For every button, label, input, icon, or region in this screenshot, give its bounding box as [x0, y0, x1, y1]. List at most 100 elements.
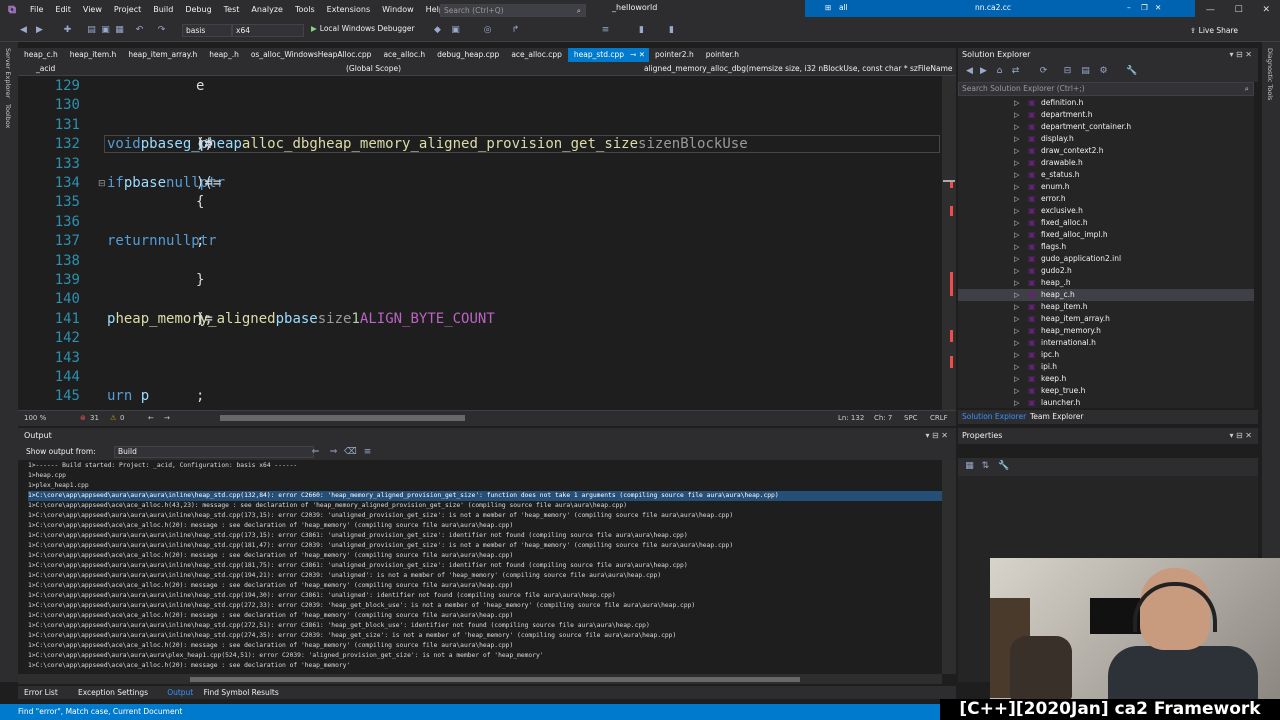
properties-icon[interactable]: ⚙ — [1098, 66, 1109, 77]
open-icon[interactable]: ▤ — [86, 25, 97, 36]
tree-item[interactable]: ▷ ▣ flags.h — [958, 241, 1254, 253]
expand-arrow-icon[interactable]: ▷ — [1014, 253, 1019, 265]
expand-arrow-icon[interactable]: ▷ — [1014, 397, 1019, 408]
doc-tab[interactable]: ace_alloc.h — [377, 48, 431, 62]
expand-arrow-icon[interactable]: ▷ — [1014, 349, 1019, 361]
tree-item[interactable]: ▷ ▣ keep.h — [958, 373, 1254, 385]
code-line[interactable]: 144 — [18, 368, 942, 387]
expand-arrow-icon[interactable]: ▷ — [1014, 97, 1019, 109]
server-explorer-tab[interactable]: Server Explorer — [4, 48, 12, 98]
code-line[interactable]: 134 if (pbase == nullptr) — [18, 174, 942, 193]
code-line[interactable]: 138 — [18, 252, 942, 271]
prev-message-icon[interactable]: ⇐ — [310, 447, 321, 458]
doc-tab[interactable]: heap_std.cpp — [567, 48, 631, 62]
tree-item[interactable]: ▷ ▣ department_container.h — [958, 121, 1254, 133]
error-count[interactable]: 31 — [90, 414, 99, 422]
tree-item[interactable]: ▷ ▣ heap_memory.h — [958, 325, 1254, 337]
menu-item-edit[interactable]: Edit — [49, 0, 77, 20]
switch-views-icon[interactable]: ⇄ — [1010, 66, 1021, 77]
tree-item[interactable]: ▷ ▣ ipc.h — [958, 349, 1254, 361]
clear-all-icon[interactable]: ⌫ — [344, 447, 357, 458]
output-line[interactable]: 1>C:\core\app\appseed\ace\ace_alloc.h(43… — [28, 501, 942, 511]
tree-item[interactable]: ▷ ▣ heap_item_array.h — [958, 313, 1254, 325]
code-line[interactable]: 142 — [18, 329, 942, 348]
expand-arrow-icon[interactable]: ▷ — [1014, 217, 1019, 229]
redo-icon[interactable]: ↷ — [156, 25, 167, 36]
output-line[interactable]: 1>C:\core\app\appseed\ace\ace_alloc.h(20… — [28, 611, 942, 621]
doc-tab[interactable]: heap_.h — [203, 48, 245, 62]
doc-tab[interactable]: ace_alloc.cpp — [505, 48, 568, 62]
tree-item[interactable]: ▷ ▣ e_status.h — [958, 169, 1254, 181]
output-line[interactable]: 1>C:\core\app\appseed\aura\aura\aura\inl… — [28, 531, 942, 541]
doc-tab[interactable]: heap_item_array.h — [122, 48, 203, 62]
toolbox-tab[interactable]: Toolbox — [4, 104, 12, 128]
back-icon[interactable]: ◀ — [964, 66, 975, 77]
collapse-all-icon[interactable]: ⊟ — [1062, 66, 1073, 77]
show-all-files-icon[interactable]: ▤ — [1080, 66, 1091, 77]
warning-count[interactable]: 0 — [120, 414, 124, 422]
tree-item[interactable]: ▷ ▣ gudo2.h — [958, 265, 1254, 277]
expand-arrow-icon[interactable]: ▷ — [1014, 193, 1019, 205]
project-dropdown[interactable]: _acid — [36, 64, 55, 73]
expand-arrow-icon[interactable]: ▷ — [1014, 313, 1019, 325]
code-editor[interactable]: 129 e 130 131 132 void * pbase = g_pheap -> all… — [18, 76, 942, 410]
output-line[interactable]: 1>C:\core\app\appseed\ace\ace_alloc.h(20… — [28, 521, 942, 531]
output-line[interactable]: 1>C:\core\app\appseed\ace\ace_alloc.h(20… — [28, 551, 942, 561]
menu-item-build[interactable]: Build — [147, 0, 179, 20]
sync-icon[interactable]: ⟳ — [1038, 66, 1049, 77]
member-dropdown[interactable]: aligned_memory_alloc_dbg(memsize size, i… — [644, 64, 953, 73]
tree-item[interactable]: ▷ ▣ heap_item.h — [958, 301, 1254, 313]
expand-arrow-icon[interactable]: ▷ — [1014, 289, 1019, 301]
menu-item-project[interactable]: Project — [108, 0, 147, 20]
tree-item[interactable]: ▷ ▣ ipi.h — [958, 361, 1254, 373]
wrench-icon[interactable]: 🔧 — [1126, 66, 1137, 77]
minimize-icon[interactable]: – — [1127, 3, 1131, 12]
restore-icon[interactable]: ❐ — [1141, 3, 1148, 12]
tree-item[interactable]: ▷ ▣ keep_true.h — [958, 385, 1254, 397]
tree-item[interactable]: ▷ ▣ fixed_alloc.h — [958, 217, 1254, 229]
bottom-tab[interactable]: Find Symbol Results — [204, 687, 279, 698]
tab-team-explorer[interactable]: Team Explorer — [1030, 411, 1083, 423]
expand-arrow-icon[interactable]: ▷ — [1014, 229, 1019, 241]
bookmark-icon[interactable]: ▮ — [636, 25, 647, 36]
tree-item[interactable]: ▷ ▣ definition.h — [958, 97, 1254, 109]
forward-icon[interactable]: ▶ — [978, 66, 989, 77]
menu-item-analyze[interactable]: Analyze — [245, 0, 289, 20]
expand-arrow-icon[interactable]: ▷ — [1014, 157, 1019, 169]
code-line[interactable]: 136 — [18, 213, 942, 232]
configuration-select[interactable]: basis — [182, 24, 232, 37]
platform-select[interactable]: x64 — [232, 24, 304, 37]
editor-vertical-scrollbar[interactable] — [942, 76, 956, 410]
find-icon[interactable]: ◎ — [482, 25, 493, 36]
nav-forward-icon[interactable]: → — [164, 414, 170, 422]
tree-item[interactable]: ▷ ▣ launcher.h — [958, 397, 1254, 408]
output-line[interactable]: 1>C:\core\app\appseed\aura\aura\aura\inl… — [28, 621, 942, 631]
tree-item[interactable]: ▷ ▣ gudo_application2.inl — [958, 253, 1254, 265]
forward-icon[interactable]: ▶ — [34, 25, 45, 36]
panel-pin-icons[interactable]: ▾ ⊟ ✕ — [1229, 48, 1252, 62]
close-icon[interactable]: ✕ — [1155, 3, 1161, 12]
tree-item[interactable]: ▷ ▣ international.h — [958, 337, 1254, 349]
categorized-icon[interactable]: ▦ — [964, 461, 975, 472]
tree-item[interactable]: ▷ ▣ draw_context2.h — [958, 145, 1254, 157]
expand-arrow-icon[interactable]: ▷ — [1014, 121, 1019, 133]
menu-item-tools[interactable]: Tools — [289, 0, 321, 20]
output-line[interactable]: 1>C:\core\app\appseed\aura\aura\aura\inl… — [28, 561, 942, 571]
output-line[interactable]: 1>plex_heap1.cpp — [28, 481, 942, 491]
output-line[interactable]: 1>C:\core\app\appseed\aura\aura\aura\inl… — [28, 541, 942, 551]
expand-arrow-icon[interactable]: ▷ — [1014, 385, 1019, 397]
menu-item-debug[interactable]: Debug — [179, 0, 217, 20]
output-line[interactable]: 1>------ Build started: Project: _acid, … — [28, 461, 942, 471]
expand-arrow-icon[interactable]: ▷ — [1014, 205, 1019, 217]
expand-arrow-icon[interactable]: ▷ — [1014, 265, 1019, 277]
doc-tab[interactable]: heap_item.h — [64, 48, 123, 62]
panel-pin-icons[interactable]: ▾ ⊟ ✕ — [1229, 428, 1252, 444]
word-wrap-icon[interactable]: ≡ — [362, 447, 373, 458]
menu-item-file[interactable]: File — [24, 0, 49, 20]
doc-tab[interactable]: pointer2.h — [649, 48, 700, 62]
tree-item[interactable]: ▷ ▣ enum.h — [958, 181, 1254, 193]
output-line[interactable]: 1>heap.cpp — [28, 471, 942, 481]
diagnostic-tools-tab[interactable]: Diagnostic Tools — [1266, 48, 1274, 100]
expand-arrow-icon[interactable]: ▷ — [1014, 301, 1019, 313]
output-horizontal-scroll-thumb[interactable] — [190, 677, 800, 682]
